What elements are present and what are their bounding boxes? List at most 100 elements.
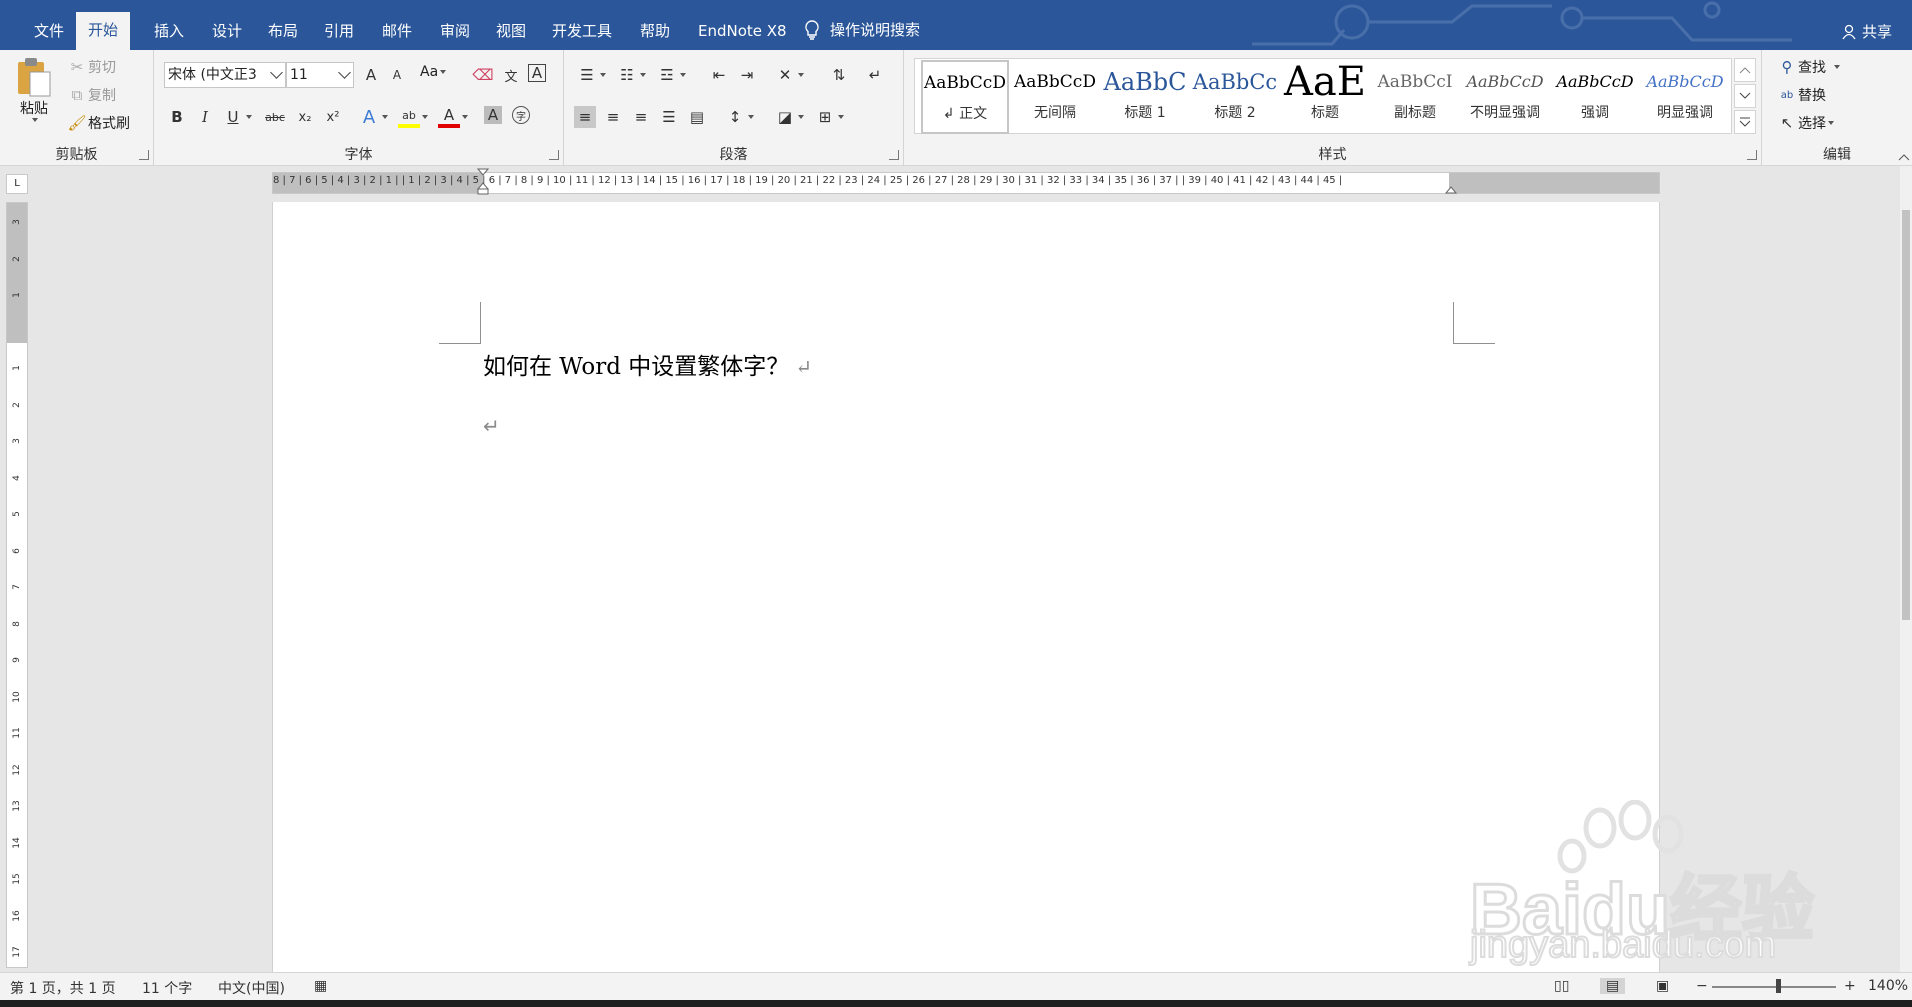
zoom-level[interactable]: 140% [1868,978,1908,994]
gallery-scroll-up[interactable] [1734,58,1756,82]
style-item[interactable]: AaBbC 标题 1 [1101,61,1189,133]
bold-button[interactable]: B [166,106,188,128]
style-item[interactable]: AaBbCcD 明显强调 [1641,61,1729,133]
clipboard-launcher-icon[interactable] [139,150,149,160]
read-mode-icon[interactable]: ▯▯ [1554,978,1569,994]
align-right-icon: ≡ [634,108,648,126]
italic-button[interactable]: I [194,106,216,128]
text-effects-button[interactable]: A [358,106,388,128]
zoom-slider[interactable] [1712,986,1836,988]
style-item[interactable]: AaBbCcD 不明显强调 [1461,61,1549,133]
copy-button[interactable]: ⧉ 复制 [66,84,116,106]
clear-formatting-button[interactable]: ⌫ [472,64,494,86]
subscript-button[interactable]: x₂ [294,106,316,128]
align-right-button[interactable]: ≡ [630,106,652,128]
change-case-button[interactable]: Aa [420,64,447,80]
tab-9[interactable]: 开发工具 [540,14,624,50]
grow-font-button[interactable]: A [360,64,382,86]
vruler-number: 3 [12,438,22,444]
highlight-button[interactable]: ab [398,106,428,128]
style-item[interactable]: AaBbCcD 强调 [1551,61,1639,133]
zoom-in-button[interactable]: + [1844,978,1856,994]
numbering-button[interactable]: ☷ [616,64,646,86]
tab-3[interactable]: 设计 [200,14,254,50]
style-preview: AaBbCcD [924,73,1006,93]
tab-1[interactable]: 开始 [76,12,131,50]
underline-button[interactable]: U [222,106,252,128]
print-layout-icon[interactable]: ▤ [1600,978,1626,994]
page-count[interactable]: 第 1 页，共 1 页 [10,978,116,998]
align-center-button[interactable]: ≡ [602,106,624,128]
tab-11[interactable]: EndNote X8 [686,14,799,50]
zoom-slider-thumb[interactable] [1776,979,1781,993]
tab-selector[interactable]: L [6,174,28,194]
enclose-char-button[interactable]: 字 [512,106,530,124]
cut-button[interactable]: ✂ 剪切 [66,56,116,78]
char-shading-button[interactable]: A [484,106,502,124]
borders-button[interactable]: ⊞ [814,106,844,128]
paste-button[interactable]: 粘贴 [14,56,54,122]
shrink-font-button[interactable]: A [386,64,408,86]
collapse-ribbon-icon[interactable] [1898,153,1910,161]
increase-indent-button[interactable]: ⇥ [736,64,758,86]
gallery-scroll-down[interactable] [1734,84,1756,108]
style-item[interactable]: AaBbCcD ↲ 正文 [921,60,1009,134]
vertical-ruler[interactable]: 3 2 1 1 2 3 4 5 6 7 8 9 10 11 12 13 14 15 16 17 [6,202,28,968]
strikethrough-button[interactable]: abc [262,106,288,128]
justify-button[interactable]: ☰ [658,106,680,128]
tab-4[interactable]: 布局 [256,14,310,50]
web-layout-icon[interactable]: ▣ [1656,978,1669,994]
style-item[interactable]: AaBbCcI 副标题 [1371,61,1459,133]
distributed-button[interactable]: ▤ [686,106,708,128]
tab-10[interactable]: 帮助 [628,14,682,50]
superscript-button[interactable]: x² [322,106,344,128]
right-indent-marker[interactable] [1445,182,1457,194]
decrease-indent-button[interactable]: ⇤ [708,64,730,86]
font-name-combo[interactable]: 宋体 (中文正3 [164,62,286,88]
styles-launcher-icon[interactable] [1747,150,1757,160]
tab-0[interactable]: 文件 [22,14,76,50]
tab-8[interactable]: 视图 [484,14,538,50]
bullets-button[interactable]: ☰ [576,64,606,86]
macro-record-icon[interactable]: ▦ [314,978,327,994]
document-paragraph-2[interactable]: ↵ [483,414,500,438]
horizontal-ruler[interactable]: 8 | 7 | 6 | 5 | 4 | 3 | 2 | 1 | | 1 | 2 … [272,168,1660,195]
word-count[interactable]: 11 个字 [142,978,192,998]
char-border-button[interactable]: A [528,64,546,82]
tab-5[interactable]: 引用 [312,14,366,50]
tab-2[interactable]: 插入 [142,14,196,50]
show-marks-button[interactable]: ↵ [864,64,886,86]
find-button[interactable]: ⚲ 查找 [1776,56,1840,78]
zoom-out-button[interactable]: − [1696,978,1708,994]
first-line-indent-marker[interactable] [477,168,489,196]
sort-button[interactable]: ⇅ [828,64,850,86]
style-item[interactable]: AaBbCc 标题 2 [1191,61,1279,133]
paste-dropdown[interactable] [32,118,38,122]
tab-6[interactable]: 邮件 [370,14,424,50]
font-launcher-icon[interactable] [549,150,559,160]
font-color-button[interactable]: A [438,106,468,128]
bold-icon: B [171,108,183,126]
paragraph-launcher-icon[interactable] [889,150,899,160]
select-button[interactable]: ↖ 选择 [1776,112,1834,134]
gallery-more[interactable] [1734,110,1756,134]
scrollbar-thumb[interactable] [1902,210,1910,620]
language-indicator[interactable]: 中文(中国) [218,978,285,998]
chinese-layout-button[interactable]: ✕ [774,64,804,86]
line-spacing-button[interactable]: ↕ [724,106,754,128]
style-item[interactable]: AaE 标题 [1281,61,1369,133]
multilevel-list-button[interactable]: ☲ [656,64,686,86]
tell-me-search[interactable]: 操作说明搜索 [804,19,920,40]
font-size-combo[interactable]: 11 [286,62,354,88]
shading-button[interactable]: ◪ [774,106,804,128]
document-paragraph-1[interactable]: 如何在 Word 中设置繁体字？ ↵ [483,347,812,381]
replace-button[interactable]: ab 替换 [1776,84,1826,106]
document-page[interactable]: 如何在 Word 中设置繁体字？ ↵ ↵ [272,202,1660,972]
format-painter-button[interactable]: 🖌 格式刷 [66,112,130,134]
share-button[interactable]: 共享 [1842,21,1892,42]
vertical-scrollbar[interactable] [1900,166,1912,972]
phonetic-guide-button[interactable]: 文 [500,64,522,86]
tab-7[interactable]: 审阅 [428,14,482,50]
align-left-button[interactable]: ≡ [574,106,596,128]
style-item[interactable]: AaBbCcD 无间隔 [1011,61,1099,133]
